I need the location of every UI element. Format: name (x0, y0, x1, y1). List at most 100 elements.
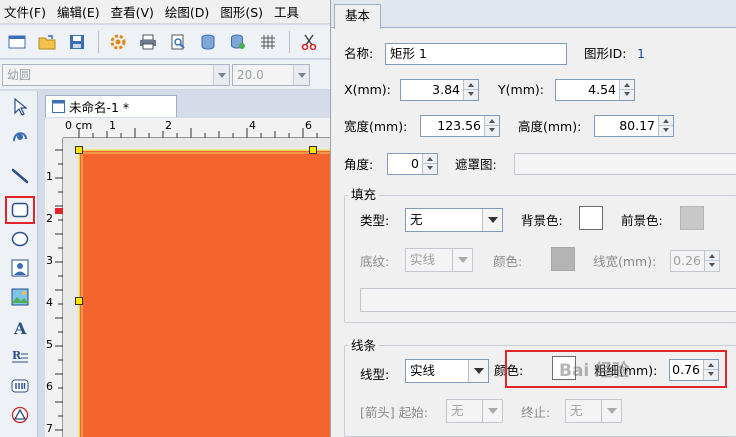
print-icon[interactable] (137, 31, 159, 53)
line-type-value: 实线 (410, 363, 436, 378)
toolbar-separator (98, 30, 99, 53)
fill-line-width-value: 0.26 (673, 253, 701, 268)
fill-color-label: 颜色: (493, 254, 523, 269)
new-file-icon[interactable] (6, 31, 28, 53)
fill-type-label: 类型: (360, 213, 390, 228)
panel-tab-strip: 基本 (331, 0, 736, 29)
fill-line-width-spinbox[interactable]: 0.26 (670, 250, 720, 272)
height-spinbox[interactable]: 80.17 (594, 115, 674, 137)
width-spinbox[interactable]: 123.56 (420, 115, 500, 137)
select-pointer-icon[interactable] (8, 95, 32, 119)
shape-id-value: 1 (637, 46, 645, 61)
y-label: Y(mm): (498, 82, 544, 97)
chevron-down-icon (482, 209, 502, 231)
barcode-icon[interactable] (8, 374, 32, 398)
chevron-down-icon (452, 249, 472, 271)
arrow-start-label: [箭头] 起始: (360, 405, 428, 420)
grid-icon[interactable] (257, 31, 279, 53)
svg-text:R: R (12, 349, 22, 362)
spin-arrows-icon[interactable] (704, 251, 719, 271)
resize-handle[interactable] (75, 146, 83, 154)
node-edit-icon[interactable] (8, 124, 32, 148)
line-group-title: 线条 (348, 338, 380, 354)
resize-handle[interactable] (309, 146, 317, 154)
toolbar-separator (289, 30, 290, 53)
open-folder-icon[interactable] (36, 31, 58, 53)
line-tool-icon[interactable] (8, 164, 32, 188)
ruler-tick-label: 1 (109, 119, 116, 132)
document-tab-title: 未命名-1 * (69, 100, 130, 115)
line-type-label: 线型: (360, 367, 390, 382)
menu-bar: 文件(F) 编辑(E) 查看(V) 绘图(D) 图形(S) 工具 (0, 0, 340, 24)
chevron-down-icon (468, 360, 488, 382)
spin-arrows-icon[interactable] (484, 116, 499, 136)
horizontal-ruler: 0 cm 1 2 4 6 (63, 118, 340, 138)
spin-arrows-icon[interactable] (463, 80, 478, 100)
text-tool-icon[interactable]: A (8, 316, 32, 340)
image-frame-icon[interactable] (8, 256, 32, 280)
texture-select[interactable]: 实线 (405, 248, 473, 272)
fill-color-swatch[interactable] (551, 247, 575, 271)
x-value: 3.84 (432, 82, 460, 97)
vertical-ruler: 1 2 3 4 5 6 7 (45, 138, 63, 437)
angle-value: 0 (411, 156, 419, 171)
line-type-select[interactable]: 实线 (405, 359, 489, 383)
selection-overlay (78, 149, 340, 437)
database-settings-icon[interactable] (227, 31, 249, 53)
settings-gear-icon[interactable] (107, 31, 129, 53)
design-canvas[interactable] (63, 138, 359, 437)
arrow-start-select[interactable]: 无 (446, 399, 503, 423)
x-spinbox[interactable]: 3.84 (400, 79, 479, 101)
arrow-end-select[interactable]: 无 (565, 399, 622, 423)
menu-tools[interactable]: 工具 (274, 2, 299, 21)
bg-color-swatch[interactable] (579, 206, 603, 230)
menu-view[interactable]: 查看(V) (111, 2, 154, 21)
shape-triangle-icon[interactable] (8, 403, 32, 427)
menu-edit[interactable]: 编辑(E) (57, 2, 100, 21)
document-tab[interactable]: 未命名-1 * (45, 95, 177, 117)
spin-arrows-icon[interactable] (658, 116, 673, 136)
spin-arrows-icon[interactable] (619, 80, 634, 100)
picture-insert-icon[interactable] (8, 285, 32, 309)
drawing-tools-bar: A R (0, 91, 38, 437)
print-preview-icon[interactable] (167, 31, 189, 53)
fill-type-select[interactable]: 无 (405, 208, 503, 232)
fg-color-swatch[interactable] (680, 206, 704, 230)
font-size-select[interactable]: 20.0 (232, 64, 310, 86)
name-label: 名称: (344, 46, 374, 61)
spin-arrows-icon[interactable] (422, 154, 437, 174)
bg-color-label: 背景色: (521, 213, 563, 228)
chevron-down-icon (601, 400, 621, 422)
name-input[interactable]: 矩形 1 (385, 43, 567, 65)
font-size-value: 20.0 (237, 68, 264, 82)
document-icon (52, 100, 65, 113)
mask-image-label: 遮罩图: (455, 157, 497, 172)
resize-handle[interactable] (75, 297, 83, 305)
database-icon[interactable] (197, 31, 219, 53)
cut-scissors-icon[interactable] (298, 31, 320, 53)
ruler-tick-label: 7 (46, 422, 53, 435)
ruler-tick-label: 6 (305, 119, 312, 132)
height-value: 80.17 (619, 118, 655, 133)
fill-type-value: 无 (410, 212, 423, 227)
x-label: X(mm): (344, 82, 391, 97)
rich-text-icon[interactable]: R (8, 345, 32, 369)
mask-image-input[interactable] (514, 153, 736, 175)
chevron-down-icon (213, 65, 229, 85)
fill-line-width-label: 线宽(mm): (593, 254, 657, 269)
save-icon[interactable] (66, 31, 88, 53)
font-name-select[interactable]: 幼圆 (2, 64, 230, 86)
rectangle-tool-icon[interactable] (5, 196, 35, 224)
angle-spinbox[interactable]: 0 (387, 153, 438, 175)
menu-shape[interactable]: 图形(S) (220, 2, 263, 21)
watermark-text: Bai 经验 (559, 361, 630, 381)
font-toolbar: 幼圆 20.0 (0, 60, 340, 90)
menu-file[interactable]: 文件(F) (4, 2, 46, 21)
main-toolbar (0, 25, 340, 59)
ellipse-tool-icon[interactable] (8, 227, 32, 251)
y-value: 4.54 (588, 82, 616, 97)
tab-basic[interactable]: 基本 (334, 4, 381, 29)
y-spinbox[interactable]: 4.54 (555, 79, 635, 101)
ruler-tick-label: 2 (46, 212, 53, 225)
menu-draw[interactable]: 绘图(D) (165, 2, 209, 21)
